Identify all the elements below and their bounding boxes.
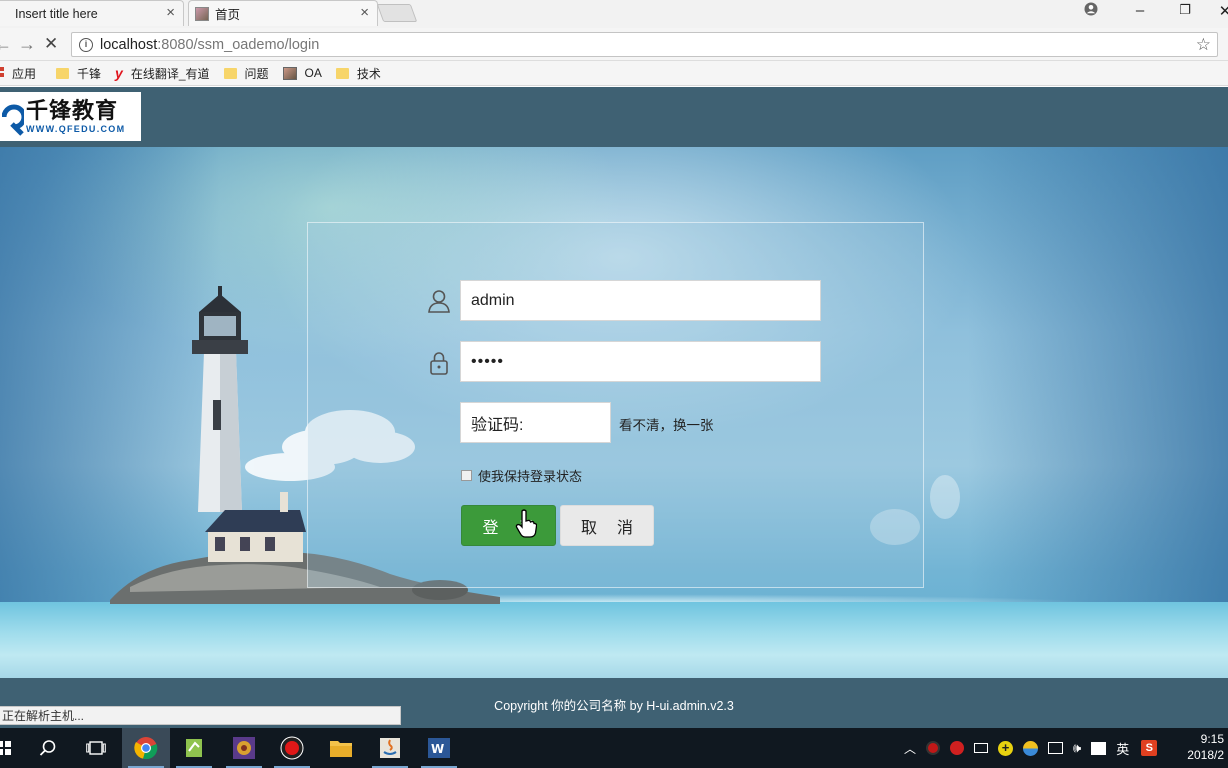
word-taskbar-icon[interactable]: W [415, 728, 463, 768]
folder-icon [335, 67, 349, 79]
bookmark-label: 在线翻译_有道 [130, 66, 210, 81]
bookmark-label: 技术 [356, 66, 381, 81]
username-value: admin [471, 291, 515, 309]
restore-icon[interactable]: ❐ [1170, 2, 1200, 18]
password-mask: ••••• [471, 352, 505, 370]
profile-icon[interactable] [1076, 2, 1106, 20]
browser-status-bubble: 正在解析主机... [0, 706, 401, 725]
clock-date: 2018/2 [1187, 748, 1224, 762]
bookmark-label: 问题 [244, 66, 269, 81]
svg-text:W: W [431, 742, 444, 756]
bookmark-apps[interactable]: 应用 [0, 65, 36, 82]
antivirus-tray-icon[interactable] [950, 741, 965, 755]
volume-icon[interactable]: 🕪 [1073, 740, 1081, 756]
weather-tray-icon[interactable] [1023, 740, 1039, 756]
bookmark-questions[interactable]: 问题 [223, 65, 269, 82]
bookmark-youdao[interactable]: y 在线翻译_有道 [115, 65, 209, 82]
url-host: localhost [100, 36, 158, 53]
bookmark-label: OA [304, 66, 322, 80]
bookmark-oa[interactable]: OA [282, 66, 322, 80]
remember-login-option[interactable]: 使我保持登录状态 [461, 466, 582, 485]
plus-tray-icon[interactable]: + [998, 740, 1014, 756]
site-info-icon[interactable]: i [79, 37, 93, 52]
address-bar[interactable]: i localhost:8080/ssm_oademo/login ☆ [71, 32, 1218, 57]
image-icon [282, 66, 297, 80]
new-tab-button[interactable] [376, 4, 418, 22]
game-taskbar-icon[interactable] [220, 728, 268, 768]
minimize-icon[interactable]: – [1125, 2, 1155, 19]
task-view-icon[interactable] [72, 728, 120, 768]
tab-home[interactable]: 首页 × [188, 0, 378, 26]
bookmark-tech[interactable]: 技术 [335, 65, 381, 82]
chevron-up-icon[interactable]: ︿ [904, 740, 916, 757]
folder-icon [56, 67, 70, 79]
system-tray: ︿ + 🕪 英 S [904, 728, 1158, 768]
browser-tab-strip: Insert title here × 首页 × – ❐ ✕ [0, 0, 1228, 28]
cancel-button[interactable]: 取消 [560, 505, 654, 546]
login-button[interactable]: 登录 [461, 505, 556, 546]
captcha-field[interactable]: 验证码: [460, 402, 611, 443]
tab-title: 首页 [215, 8, 241, 22]
clock-time: 9:15 [1200, 732, 1224, 746]
page-header: 千锋教育 WWW.QFEDU.COM [0, 87, 1228, 147]
bookmark-star-icon[interactable]: ☆ [1196, 35, 1211, 55]
battery-icon[interactable] [974, 743, 989, 753]
folder-icon [223, 67, 237, 79]
chrome-taskbar-icon[interactable] [122, 728, 170, 768]
ime-indicator[interactable]: 英 [1116, 739, 1129, 758]
tab-title: Insert title here [15, 6, 98, 21]
remember-checkbox[interactable] [461, 470, 472, 481]
sogou-ime-icon[interactable]: S [1141, 740, 1158, 756]
close-tab-icon[interactable]: × [166, 4, 175, 21]
windows-taskbar: W ︿ + 🕪 英 S 9:15 2018/2 [0, 728, 1228, 768]
apps-icon [0, 67, 4, 79]
back-icon[interactable]: ← [0, 34, 12, 55]
password-field[interactable]: ••••• [460, 341, 821, 382]
java-taskbar-icon[interactable] [366, 728, 414, 768]
browser-toolbar: ← → ✕ i localhost:8080/ssm_oademo/login … [0, 28, 1228, 61]
recorder-tray-icon[interactable] [926, 741, 941, 755]
notepad-taskbar-icon[interactable] [170, 728, 218, 768]
lock-icon [426, 350, 452, 376]
qianfeng-logo[interactable]: 千锋教育 WWW.QFEDU.COM [0, 92, 141, 141]
youdao-icon: y [115, 65, 123, 81]
file-explorer-icon[interactable] [317, 728, 365, 768]
logo-chinese: 千锋教育 [26, 98, 119, 124]
url-path: :8080/ssm_oademo/login [157, 36, 320, 53]
captcha-placeholder: 验证码: [471, 416, 524, 434]
notification-icon[interactable] [1091, 741, 1107, 755]
login-background: admin ••••• 验证码: 看不清，换一张 使我保持登录状态 登录 取消 [0, 147, 1228, 678]
user-icon [426, 288, 452, 314]
network-icon[interactable] [1048, 742, 1064, 754]
close-tab-icon[interactable]: × [360, 4, 369, 21]
bookmark-label: 千锋 [77, 66, 102, 81]
stop-loading-icon[interactable]: ✕ [44, 34, 58, 54]
close-window-icon[interactable]: ✕ [1210, 2, 1228, 20]
bookmarks-bar: 应用 千锋 y 在线翻译_有道 问题 OA 技术 [0, 61, 1228, 86]
search-icon[interactable] [24, 728, 72, 768]
page-icon [0, 6, 9, 22]
tab-insert-title[interactable]: Insert title here × [0, 0, 184, 26]
recorder-taskbar-icon[interactable] [268, 728, 316, 768]
remember-label: 使我保持登录状态 [478, 469, 583, 484]
forward-icon[interactable]: → [18, 34, 36, 55]
hand-cursor-icon [515, 509, 538, 539]
logo-mark-icon [1, 97, 27, 137]
username-field[interactable]: admin [460, 280, 821, 321]
logo-website: WWW.QFEDU.COM [26, 123, 126, 134]
bookmark-qianfeng[interactable]: 千锋 [56, 65, 101, 82]
taskbar-clock[interactable]: 9:15 2018/2 [1187, 731, 1224, 763]
bookmark-label: 应用 [12, 66, 37, 81]
sea-illustration [0, 602, 1228, 678]
captcha-refresh-link[interactable]: 看不清，换一张 [619, 414, 714, 434]
image-icon [195, 6, 209, 21]
